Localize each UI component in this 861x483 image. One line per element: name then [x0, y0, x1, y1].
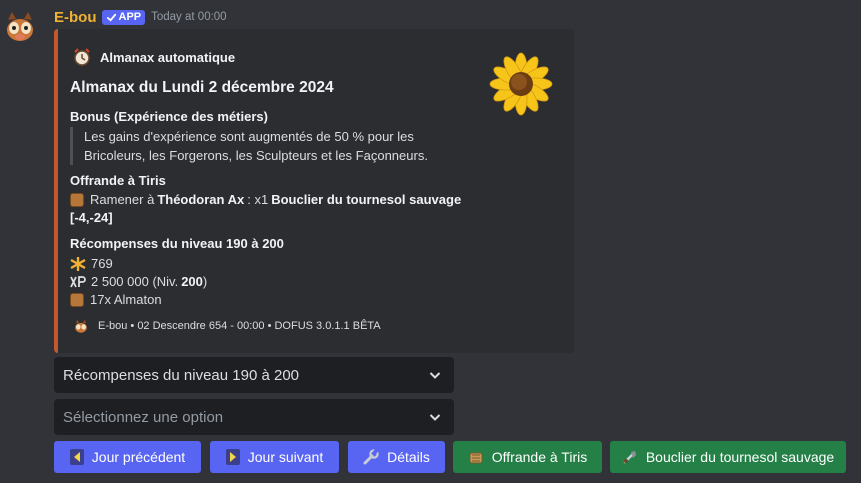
bonus-description-line1: Les gains d'expérience sont augmentés de… — [84, 129, 414, 144]
option-select[interactable]: Sélectionnez une option — [54, 399, 454, 435]
shield-icon — [623, 451, 636, 464]
offering-prefix: Ramener à — [90, 192, 155, 207]
kamas-icon — [70, 256, 86, 271]
message-header: E-bou APP Today at 00:00 — [54, 7, 227, 27]
offering-field-name: Offrande à Tiris — [70, 173, 166, 188]
level-select-value: Récompenses du niveau 190 à 200 — [63, 366, 300, 384]
offering-item: Bouclier du tournesol sauvage — [271, 192, 462, 207]
rewards-field-name: Récompenses du niveau 190 à 200 — [70, 236, 284, 251]
offering-button[interactable]: Offrande à Tiris — [453, 441, 602, 473]
offering-npc: Théodoran Ax — [157, 192, 245, 207]
almaton-icon — [70, 192, 84, 207]
wrench-icon — [363, 449, 379, 465]
shield-item-button[interactable]: Bouclier du tournesol sauvage — [610, 441, 846, 473]
embed-footer: E-bou • 02 Descendre 654 - 00:00 • DOFUS… — [72, 317, 381, 335]
reward-kamas-line: 769 — [70, 256, 113, 271]
previous-day-button[interactable]: Jour précédent — [54, 441, 201, 473]
option-select-placeholder: Sélectionnez une option — [63, 408, 224, 426]
shield-item-label: Bouclier du tournesol sauvage — [645, 449, 835, 465]
offering-separator: : x1 — [247, 192, 269, 207]
next-day-label: Jour suivant — [247, 449, 324, 465]
embed-footer-text: E-bou • 02 Descendre 654 - 00:00 • DOFUS… — [98, 320, 381, 332]
arrow-right-icon — [225, 449, 240, 465]
almaton-icon — [70, 292, 84, 307]
reward-almaton: 17x Almaton — [90, 292, 162, 307]
author-name[interactable]: E-bou — [54, 9, 97, 26]
bonus-description-line2: Bricoleurs, les Forgerons, les Sculpteur… — [84, 148, 428, 163]
almanax-embed: Almanax automatique Almanax du Lundi 2 d… — [54, 29, 574, 353]
offering-coords-line: [-4,-24] — [70, 210, 113, 225]
reward-xp-close: ) — [202, 274, 208, 289]
chevron-down-icon — [429, 414, 441, 421]
almanax-clock-icon — [74, 48, 90, 66]
app-badge-label: APP — [118, 11, 142, 23]
details-button[interactable]: Détails — [348, 441, 445, 473]
offering-label: Offrande à Tiris — [491, 449, 588, 465]
chevron-down-icon — [429, 372, 441, 379]
level-select[interactable]: Récompenses du niveau 190 à 200 — [54, 357, 454, 393]
offering-line: Ramener à Théodoran Ax : x1 Bouclier du … — [70, 192, 461, 207]
reward-xp-value: 2 500 000 (Niv. — [91, 274, 179, 289]
reward-xp-level: 200 — [181, 274, 203, 289]
arrow-left-icon — [69, 449, 84, 465]
reward-almaton-line: 17x Almaton — [70, 292, 162, 307]
next-day-button[interactable]: Jour suivant — [210, 441, 339, 473]
details-label: Détails — [387, 449, 430, 465]
previous-day-label: Jour précédent — [91, 449, 186, 465]
footer-avatar-icon — [75, 319, 87, 333]
bonus-field-name: Bonus (Expérience des métiers) — [70, 109, 268, 124]
reward-kamas: 769 — [91, 256, 113, 271]
timestamp[interactable]: Today at 00:00 — [151, 11, 226, 23]
offering-icon — [469, 452, 483, 464]
embed-author-name: Almanax automatique — [100, 49, 236, 65]
avatar[interactable] — [0, 6, 40, 46]
reward-xp-line: 2 500 000 (Niv. 200) — [70, 274, 207, 289]
bonus-description: Les gains d'expérience sont augmentés de… — [70, 127, 460, 165]
xp-icon — [70, 275, 86, 287]
app-badge: APP — [101, 9, 146, 25]
embed-title: Almanax du Lundi 2 décembre 2024 — [70, 79, 334, 96]
offering-coords: [-4,-24] — [70, 210, 113, 225]
check-icon — [106, 13, 116, 22]
sunflower-icon — [489, 52, 553, 116]
embed-author: Almanax automatique — [72, 47, 235, 67]
